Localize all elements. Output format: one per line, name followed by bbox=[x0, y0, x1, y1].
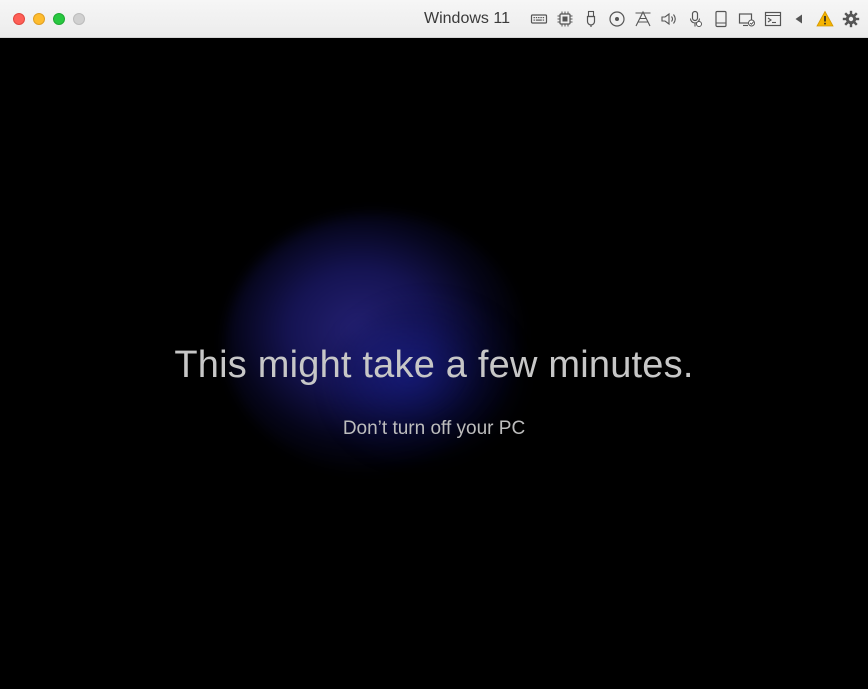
settings-gear-icon[interactable] bbox=[840, 8, 862, 30]
close-window-button[interactable] bbox=[13, 13, 25, 25]
keyboard-icon[interactable] bbox=[528, 8, 550, 30]
vm-screen[interactable]: This might take a few minutes. Don’t tur… bbox=[0, 38, 868, 689]
vm-window: Windows 11 This might take a few minutes… bbox=[0, 0, 868, 689]
title-bar[interactable]: Windows 11 bbox=[0, 0, 868, 38]
minimize-window-button[interactable] bbox=[33, 13, 45, 25]
cd-dvd-icon[interactable] bbox=[606, 8, 628, 30]
vm-title: Windows 11 bbox=[424, 10, 510, 27]
cpu-icon[interactable] bbox=[554, 8, 576, 30]
microphone-icon[interactable] bbox=[684, 8, 706, 30]
network-icon[interactable] bbox=[632, 8, 654, 30]
setup-subtext: Don’t turn off your PC bbox=[342, 418, 526, 439]
console-icon[interactable] bbox=[762, 8, 784, 30]
fullscreen-window-button[interactable] bbox=[73, 13, 85, 25]
warning-icon[interactable] bbox=[814, 8, 836, 30]
vm-toolbar bbox=[528, 8, 866, 30]
hard-disk-icon[interactable] bbox=[710, 8, 732, 30]
shared-folders-icon[interactable] bbox=[736, 8, 758, 30]
usb-icon[interactable] bbox=[580, 8, 602, 30]
collapse-arrow-icon[interactable] bbox=[788, 8, 810, 30]
zoom-window-button[interactable] bbox=[53, 13, 65, 25]
setup-headline: This might take a few minutes. bbox=[174, 344, 694, 386]
sound-icon[interactable] bbox=[658, 8, 680, 30]
